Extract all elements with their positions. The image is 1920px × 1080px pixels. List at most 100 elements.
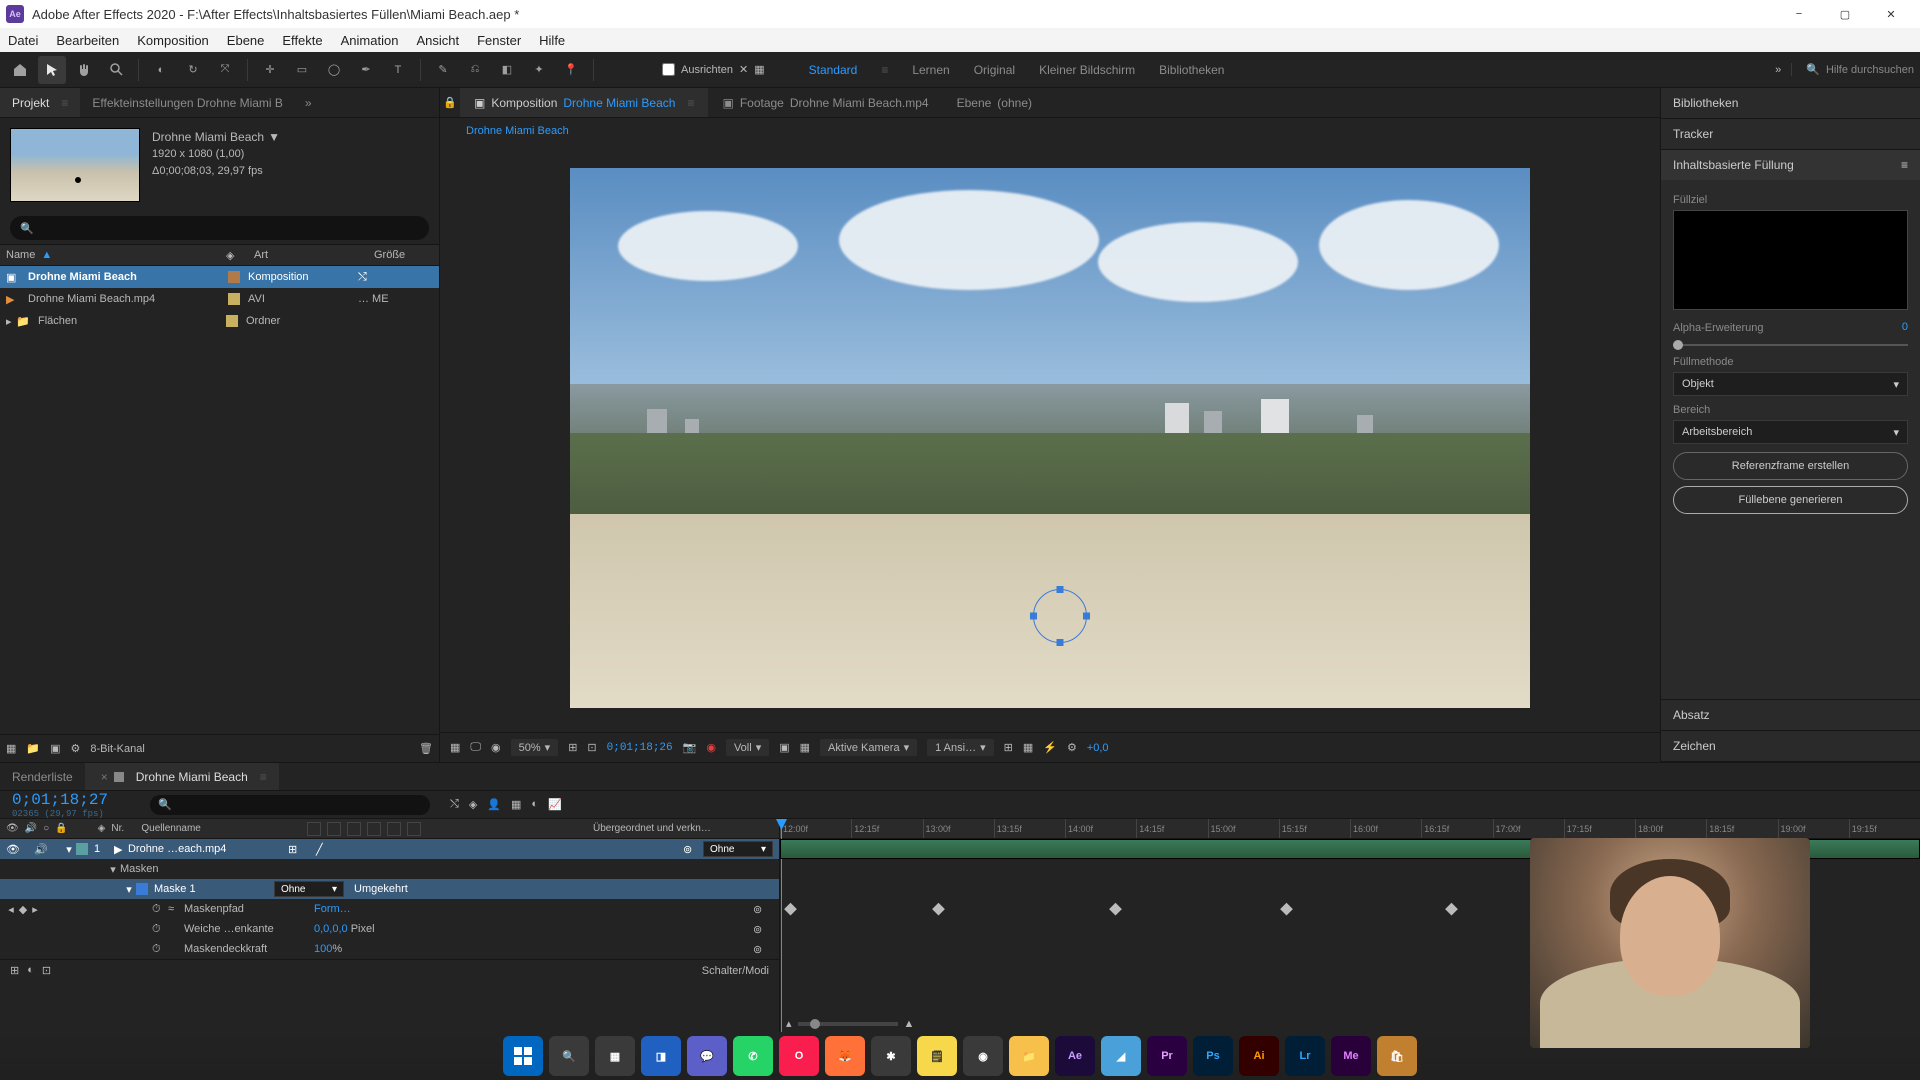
transparency-icon[interactable]: ▦ bbox=[800, 741, 810, 754]
workspace-kleiner[interactable]: Kleiner Bildschirm bbox=[1039, 63, 1135, 77]
workspace-lernen[interactable]: Lernen bbox=[912, 63, 949, 77]
mask-vertex[interactable] bbox=[1056, 586, 1063, 593]
camera-tool[interactable]: ⤧ bbox=[211, 56, 239, 84]
shy-col-icon[interactable] bbox=[307, 822, 321, 836]
rect-tool[interactable]: ▭ bbox=[288, 56, 316, 84]
project-thumb[interactable] bbox=[10, 128, 140, 202]
menu-fenster[interactable]: Fenster bbox=[477, 33, 521, 48]
current-time[interactable]: 0;01;18;27 02365 (29,97 fps) bbox=[0, 791, 140, 819]
zoom-in-icon[interactable]: ▲ bbox=[904, 1018, 915, 1030]
firefox-button[interactable]: 🦊 bbox=[825, 1036, 865, 1076]
masks-group[interactable]: ▾ Masken bbox=[0, 859, 779, 879]
start-button[interactable] bbox=[503, 1036, 543, 1076]
hand-tool[interactable] bbox=[70, 56, 98, 84]
home-icon[interactable] bbox=[6, 56, 34, 84]
col-groesse[interactable]: Größe bbox=[374, 249, 405, 261]
rotate-tool[interactable]: ↻ bbox=[179, 56, 207, 84]
text-tool[interactable]: T bbox=[384, 56, 412, 84]
invert-label[interactable]: Umgekehrt bbox=[354, 883, 408, 895]
label-icon[interactable]: ◈ bbox=[98, 823, 106, 834]
close-tab-icon[interactable]: × bbox=[101, 770, 108, 784]
new-folder-icon[interactable]: 📁 bbox=[26, 742, 40, 755]
label-swatch[interactable] bbox=[228, 293, 240, 305]
switches-modes-toggle[interactable]: Schalter/Modi bbox=[702, 965, 769, 977]
help-search[interactable]: 🔍 Hilfe durchsuchen bbox=[1791, 63, 1914, 76]
time-ruler[interactable]: 12:00f12:15f13:00f13:15f14:00f14:15f15:0… bbox=[780, 819, 1920, 839]
prop-value[interactable]: Form… bbox=[314, 903, 351, 915]
zoom-out-icon[interactable]: ▴ bbox=[786, 1017, 792, 1030]
keyframe[interactable] bbox=[784, 903, 797, 916]
eye-toggle[interactable]: 👁 bbox=[6, 843, 20, 856]
mask-mode-dropdown[interactable]: Ohne▾ bbox=[274, 881, 344, 897]
keyframe[interactable] bbox=[932, 903, 945, 916]
pickwhip-icon[interactable]: ⊚ bbox=[753, 943, 773, 956]
explorer-button[interactable]: 📁 bbox=[1009, 1036, 1049, 1076]
obs-button[interactable]: ◉ bbox=[963, 1036, 1003, 1076]
property-row[interactable]: ⏱ Weiche …enkante 0,0,0,0 Pixel ⊚ bbox=[0, 919, 779, 939]
mask-vertex[interactable] bbox=[1083, 613, 1090, 620]
mask-vertex[interactable] bbox=[1030, 613, 1037, 620]
task-view-button[interactable]: ▦ bbox=[595, 1036, 635, 1076]
brush-tool[interactable]: ✎ bbox=[429, 56, 457, 84]
project-item[interactable]: ▸ 📁 Flächen Ordner bbox=[0, 310, 439, 332]
menu-datei[interactable]: Datei bbox=[8, 33, 38, 48]
prev-kf-icon[interactable]: ◂ bbox=[6, 903, 16, 916]
after-effects-button[interactable]: Ae bbox=[1055, 1036, 1095, 1076]
solo-icon[interactable]: ○ bbox=[43, 823, 49, 834]
keyframe[interactable] bbox=[1280, 903, 1293, 916]
range-dropdown[interactable]: Arbeitsbereich▾ bbox=[1673, 420, 1908, 444]
flowchart-icon[interactable]: ⤭ bbox=[358, 271, 367, 284]
app-button[interactable]: ✱ bbox=[871, 1036, 911, 1076]
tab-renderliste[interactable]: Renderliste bbox=[0, 763, 85, 790]
safe-icon[interactable]: ⊡ bbox=[587, 741, 596, 754]
eye-icon[interactable]: 👁 bbox=[6, 823, 19, 834]
eraser-tool[interactable]: ◧ bbox=[493, 56, 521, 84]
footage-nav-icon[interactable]: ▣ bbox=[722, 96, 733, 110]
menu-bearbeiten[interactable]: Bearbeiten bbox=[56, 33, 119, 48]
alpha-value[interactable]: 0 bbox=[1902, 321, 1908, 333]
zoom-dropdown[interactable]: 50% ▾ bbox=[511, 739, 559, 756]
premiere-button[interactable]: Pr bbox=[1147, 1036, 1187, 1076]
generate-fill-button[interactable]: Füllebene generieren bbox=[1673, 486, 1908, 514]
3d-col-icon[interactable] bbox=[407, 822, 421, 836]
mask-vertex[interactable] bbox=[1056, 639, 1063, 646]
views-dropdown[interactable]: 1 Ansi… ▾ bbox=[927, 739, 994, 756]
alpha-slider[interactable] bbox=[1673, 344, 1908, 346]
layer-row[interactable]: 👁 🔊 ▾ 1 ▶ Drohne …each.mp4 ⊞ ╱ ⊚ Ohne▾ bbox=[0, 839, 779, 859]
workspace-bibliotheken[interactable]: Bibliotheken bbox=[1159, 63, 1224, 77]
keyframe[interactable] bbox=[1109, 903, 1122, 916]
tab-footage[interactable]: ▣ Footage Drohne Miami Beach.mp4 bbox=[708, 88, 942, 117]
project-item[interactable]: ▶ Drohne Miami Beach.mp4 AVI … ME bbox=[0, 288, 439, 310]
roto-tool[interactable]: ✦ bbox=[525, 56, 553, 84]
store-button[interactable]: 🛍 bbox=[1377, 1036, 1417, 1076]
tab-komposition[interactable]: ▣ Komposition Drohne Miami Beach ≡ bbox=[460, 88, 708, 117]
mask-shape[interactable] bbox=[1033, 589, 1087, 643]
chat-button[interactable]: 💬 bbox=[687, 1036, 727, 1076]
camera-dropdown[interactable]: Aktive Kamera ▾ bbox=[820, 739, 917, 756]
comp-viewer[interactable] bbox=[570, 168, 1530, 708]
ausrichten-checkbox[interactable] bbox=[662, 63, 675, 76]
adj-col-icon[interactable] bbox=[387, 822, 401, 836]
pen-tool[interactable]: ✒ bbox=[352, 56, 380, 84]
frame-col-icon[interactable] bbox=[347, 822, 361, 836]
clone-tool[interactable]: ⎌ bbox=[461, 56, 489, 84]
prop-value[interactable]: 100 bbox=[314, 943, 332, 955]
menu-komposition[interactable]: Komposition bbox=[137, 33, 209, 48]
next-kf-icon[interactable]: ▸ bbox=[30, 903, 40, 916]
menu-animation[interactable]: Animation bbox=[341, 33, 399, 48]
pickwhip-icon[interactable]: ⊚ bbox=[753, 903, 773, 916]
mask-color[interactable] bbox=[136, 883, 148, 895]
project-item[interactable]: ▣ Drohne Miami Beach Komposition ⤭ bbox=[0, 266, 439, 288]
comp-dropdown-icon[interactable]: ▼ bbox=[268, 130, 280, 144]
mask-icon[interactable]: ◉ bbox=[491, 741, 501, 754]
property-row[interactable]: ⏱ Maskendeckkraft 100% ⊚ bbox=[0, 939, 779, 959]
app-button[interactable]: ◢ bbox=[1101, 1036, 1141, 1076]
orbit-tool[interactable]: ◐ bbox=[147, 56, 175, 84]
lock-icon[interactable]: 🔒 bbox=[440, 96, 460, 109]
timecode-display[interactable]: 0;01;18;26 bbox=[607, 742, 673, 754]
preview-icon[interactable]: ⊞ bbox=[1004, 741, 1013, 754]
tab-effekteinstellungen[interactable]: Effekteinstellungen Drohne Miami B bbox=[80, 88, 295, 117]
panel-bibliotheken[interactable]: Bibliotheken bbox=[1661, 88, 1920, 118]
exposure-value[interactable]: +0,0 bbox=[1087, 742, 1109, 754]
tab-timeline-comp[interactable]: ×Drohne Miami Beach≡ bbox=[85, 763, 279, 790]
